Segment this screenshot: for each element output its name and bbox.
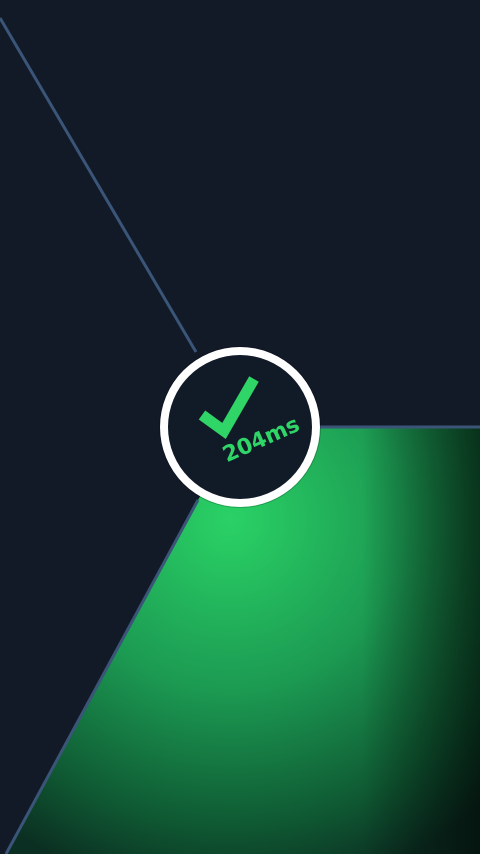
game-stage: 204ms [0,0,480,854]
center-hub[interactable]: 204ms [160,347,320,507]
center-hub-inner: 204ms [168,355,312,499]
